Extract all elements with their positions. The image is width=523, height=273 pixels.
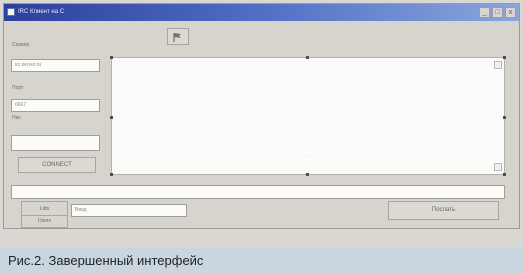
- channel-input[interactable]: Ввод: [71, 204, 187, 217]
- send-button[interactable]: Послать: [388, 201, 499, 220]
- server-label: Сервер: [12, 42, 30, 48]
- window-title: IRC Клиент на C: [18, 9, 65, 15]
- nick-label: Ник: [12, 115, 21, 121]
- middle-left-handle: [110, 116, 113, 119]
- flag-button[interactable]: [167, 28, 189, 45]
- middle-right-handle: [503, 116, 506, 119]
- port-label: Порт: [12, 85, 24, 91]
- output-marker: · · ·: [304, 153, 311, 158]
- application-window: IRC Клиент на C _ □ x Сервер irc.server.…: [3, 3, 520, 229]
- connect-button[interactable]: CONNECT: [18, 157, 96, 173]
- window-controls: _ □ x: [479, 7, 516, 18]
- flag-icon: [173, 33, 181, 42]
- server-input[interactable]: irc.server.ru: [11, 59, 100, 72]
- title-bar: IRC Клиент на C _ □ x: [4, 4, 519, 21]
- bottom-middle-handle: [306, 173, 309, 176]
- message-input[interactable]: [11, 185, 505, 199]
- top-middle-handle: [306, 56, 309, 59]
- figure-caption: Рис.2. Завершенный интерфейс: [0, 248, 523, 273]
- bottom-right-handle: [503, 173, 506, 176]
- nick-input[interactable]: [11, 135, 100, 151]
- tab-users[interactable]: Users: [21, 215, 68, 228]
- port-input[interactable]: 6667: [11, 99, 100, 112]
- chat-output-area[interactable]: · · ·: [110, 56, 506, 176]
- maximize-button[interactable]: □: [492, 7, 503, 18]
- close-button[interactable]: x: [505, 7, 516, 18]
- top-right-handle: [503, 56, 506, 59]
- minimize-button[interactable]: _: [479, 7, 490, 18]
- top-left-handle: [110, 56, 113, 59]
- app-icon: [7, 8, 15, 16]
- scroll-up-icon[interactable]: [494, 61, 502, 69]
- bottom-left-handle: [110, 173, 113, 176]
- scroll-down-icon[interactable]: [494, 163, 502, 171]
